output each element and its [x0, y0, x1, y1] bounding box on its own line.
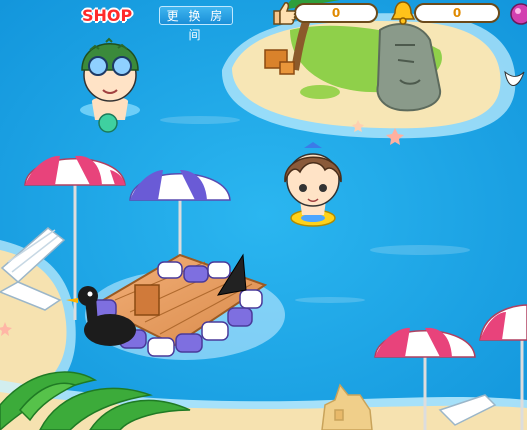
likes-counter: 0: [294, 3, 378, 23]
bells-count: 0: [452, 6, 462, 20]
scene-artwork: [0, 0, 527, 430]
gem-icon[interactable]: [505, 0, 527, 26]
beach-room-scene: [0, 0, 527, 430]
bell-icon: [389, 0, 417, 26]
likes-count: 0: [331, 6, 341, 20]
thumbs-up-icon: [270, 0, 298, 26]
bells-counter: 0: [414, 3, 500, 23]
change-room-button[interactable]: 更 换 房 间: [159, 6, 233, 42]
shop-button[interactable]: SHOP: [82, 5, 138, 27]
